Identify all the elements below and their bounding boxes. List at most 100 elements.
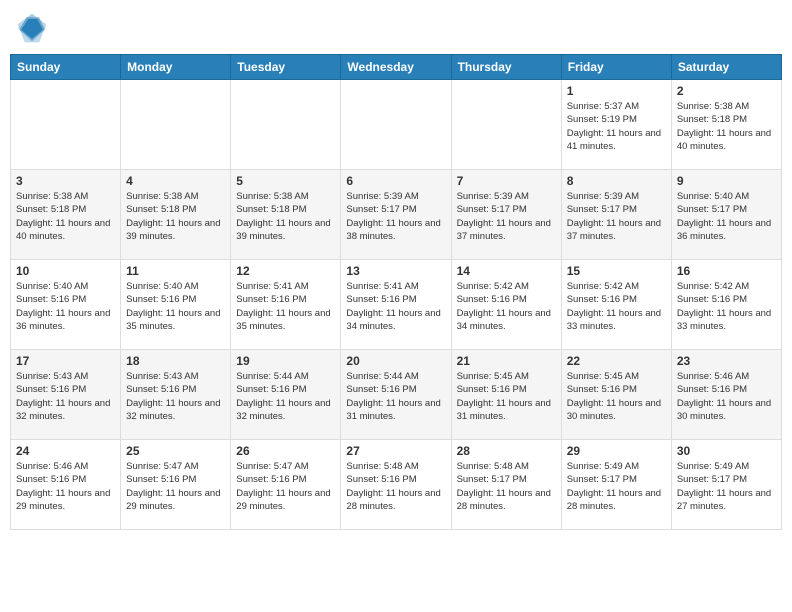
day-info: Sunrise: 5:43 AM Sunset: 5:16 PM Dayligh… [16,370,115,423]
calendar-week-row: 1 Sunrise: 5:37 AM Sunset: 5:19 PM Daylig… [11,80,782,170]
day-number: 26 [236,444,335,458]
day-number: 12 [236,264,335,278]
calendar-day-cell: 22Sunrise: 5:45 AM Sunset: 5:16 PM Dayli… [561,350,671,440]
calendar-day-cell: 3Sunrise: 5:38 AM Sunset: 5:18 PM Daylig… [11,170,121,260]
calendar-day-cell: 30 Sunrise: 5:49 AM Sunset: 5:17 PM Dayli… [671,440,781,530]
day-number: 2 [677,84,776,98]
calendar-day-cell: 8 Sunrise: 5:39 AM Sunset: 5:17 PM Daylig… [561,170,671,260]
calendar-day-cell: 28 Sunrise: 5:48 AM Sunset: 5:17 PM Dayli… [451,440,561,530]
day-info: Sunrise: 5:39 AM Sunset: 5:17 PM Dayligh… [567,190,666,243]
day-info: Sunrise: 5:48 AM Sunset: 5:16 PM Dayligh… [346,460,445,513]
day-info: Sunrise: 5:40 AM Sunset: 5:16 PM Dayligh… [126,280,225,333]
day-info: Sunrise: 5:48 AM Sunset: 5:17 PM Dayligh… [457,460,556,513]
day-number: 25 [126,444,225,458]
calendar-day-cell: 18 Sunrise: 5:43 AM Sunset: 5:16 PM Dayli… [121,350,231,440]
weekday-header: Sunday [11,55,121,80]
weekday-header: Thursday [451,55,561,80]
day-info: Sunrise: 5:49 AM Sunset: 5:17 PM Dayligh… [677,460,776,513]
calendar-day-cell [451,80,561,170]
day-number: 1 [567,84,666,98]
day-number: 15 [567,264,666,278]
weekday-header: Saturday [671,55,781,80]
calendar-day-cell: 20 Sunrise: 5:44 AM Sunset: 5:16 PM Dayli… [341,350,451,440]
day-info: Sunrise: 5:45 AM Sunset: 5:16 PM Dayligh… [457,370,556,423]
day-number: 19 [236,354,335,368]
day-info: Sunrise: 5:47 AM Sunset: 5:16 PM Dayligh… [236,460,335,513]
calendar-day-cell: 17 Sunrise: 5:43 AM Sunset: 5:16 PM Dayli… [11,350,121,440]
calendar-day-cell: 2 Sunrise: 5:38 AM Sunset: 5:18 PM Daylig… [671,80,781,170]
day-number: 5 [236,174,335,188]
day-number: 18 [126,354,225,368]
day-number: 11 [126,264,225,278]
day-info: Sunrise: 5:41 AM Sunset: 5:16 PM Dayligh… [236,280,335,333]
day-number: 9 [677,174,776,188]
calendar-week-row: 17 Sunrise: 5:43 AM Sunset: 5:16 PM Dayli… [11,350,782,440]
day-info: Sunrise: 5:44 AM Sunset: 5:16 PM Dayligh… [236,370,335,423]
calendar-day-cell: 15Sunrise: 5:42 AM Sunset: 5:16 PM Dayli… [561,260,671,350]
day-info: Sunrise: 5:37 AM Sunset: 5:19 PM Dayligh… [567,100,666,153]
weekday-header: Monday [121,55,231,80]
weekday-header: Wednesday [341,55,451,80]
calendar-day-cell: 14 Sunrise: 5:42 AM Sunset: 5:16 PM Dayli… [451,260,561,350]
page-header [10,10,782,46]
calendar-day-cell: 27 Sunrise: 5:48 AM Sunset: 5:16 PM Dayli… [341,440,451,530]
day-number: 27 [346,444,445,458]
day-number: 10 [16,264,115,278]
day-number: 24 [16,444,115,458]
calendar-day-cell [341,80,451,170]
day-number: 17 [16,354,115,368]
weekday-header-row: SundayMondayTuesdayWednesdayThursdayFrid… [11,55,782,80]
day-number: 23 [677,354,776,368]
logo-icon [14,10,50,46]
calendar-week-row: 24 Sunrise: 5:46 AM Sunset: 5:16 PM Dayli… [11,440,782,530]
calendar-day-cell: 16Sunrise: 5:42 AM Sunset: 5:16 PM Dayli… [671,260,781,350]
day-number: 6 [346,174,445,188]
day-info: Sunrise: 5:40 AM Sunset: 5:16 PM Dayligh… [16,280,115,333]
day-info: Sunrise: 5:46 AM Sunset: 5:16 PM Dayligh… [16,460,115,513]
calendar-day-cell: 25 Sunrise: 5:47 AM Sunset: 5:16 PM Dayli… [121,440,231,530]
calendar-day-cell: 26 Sunrise: 5:47 AM Sunset: 5:16 PM Dayli… [231,440,341,530]
calendar-day-cell: 7 Sunrise: 5:39 AM Sunset: 5:17 PM Daylig… [451,170,561,260]
day-number: 20 [346,354,445,368]
day-number: 14 [457,264,556,278]
calendar-day-cell: 21 Sunrise: 5:45 AM Sunset: 5:16 PM Dayli… [451,350,561,440]
calendar-day-cell: 4 Sunrise: 5:38 AM Sunset: 5:18 PM Daylig… [121,170,231,260]
day-number: 28 [457,444,556,458]
calendar-week-row: 3 Sunrise: 5:38 AM Sunset: 5:18 PM Daylig… [11,170,782,260]
calendar-day-cell: 13 Sunrise: 5:41 AM Sunset: 5:16 PM Dayli… [341,260,451,350]
day-info: Sunrise: 5:39 AM Sunset: 5:17 PM Dayligh… [457,190,556,243]
day-info: Sunrise: 5:43 AM Sunset: 5:16 PM Dayligh… [126,370,225,423]
calendar-day-cell: 1 Sunrise: 5:37 AM Sunset: 5:19 PM Daylig… [561,80,671,170]
day-number: 4 [126,174,225,188]
day-info: Sunrise: 5:44 AM Sunset: 5:16 PM Dayligh… [346,370,445,423]
calendar-day-cell: 29 Sunrise: 5:49 AM Sunset: 5:17 PM Dayli… [561,440,671,530]
day-info: Sunrise: 5:40 AM Sunset: 5:17 PM Dayligh… [677,190,776,243]
day-number: 8 [567,174,666,188]
day-number: 21 [457,354,556,368]
day-number: 22 [567,354,666,368]
day-number: 13 [346,264,445,278]
day-number: 3 [16,174,115,188]
day-info: Sunrise: 5:38 AM Sunset: 5:18 PM Dayligh… [126,190,225,243]
day-info: Sunrise: 5:39 AM Sunset: 5:17 PM Dayligh… [346,190,445,243]
calendar-day-cell: 23 Sunrise: 5:46 AM Sunset: 5:16 PM Dayli… [671,350,781,440]
calendar-day-cell: 12 Sunrise: 5:41 AM Sunset: 5:16 PM Dayli… [231,260,341,350]
calendar-day-cell [231,80,341,170]
day-info: Sunrise: 5:38 AM Sunset: 5:18 PM Dayligh… [677,100,776,153]
calendar-day-cell: 6 Sunrise: 5:39 AM Sunset: 5:17 PM Daylig… [341,170,451,260]
calendar-day-cell: 5Sunrise: 5:38 AM Sunset: 5:18 PM Daylig… [231,170,341,260]
weekday-header: Tuesday [231,55,341,80]
day-info: Sunrise: 5:42 AM Sunset: 5:16 PM Dayligh… [457,280,556,333]
day-number: 30 [677,444,776,458]
day-info: Sunrise: 5:46 AM Sunset: 5:16 PM Dayligh… [677,370,776,423]
day-number: 7 [457,174,556,188]
calendar-week-row: 10 Sunrise: 5:40 AM Sunset: 5:16 PM Dayli… [11,260,782,350]
calendar-day-cell: 10 Sunrise: 5:40 AM Sunset: 5:16 PM Dayli… [11,260,121,350]
calendar-day-cell: 9 Sunrise: 5:40 AM Sunset: 5:17 PM Daylig… [671,170,781,260]
day-info: Sunrise: 5:49 AM Sunset: 5:17 PM Dayligh… [567,460,666,513]
calendar-day-cell: 19 Sunrise: 5:44 AM Sunset: 5:16 PM Dayli… [231,350,341,440]
weekday-header: Friday [561,55,671,80]
day-info: Sunrise: 5:47 AM Sunset: 5:16 PM Dayligh… [126,460,225,513]
day-number: 29 [567,444,666,458]
day-info: Sunrise: 5:41 AM Sunset: 5:16 PM Dayligh… [346,280,445,333]
